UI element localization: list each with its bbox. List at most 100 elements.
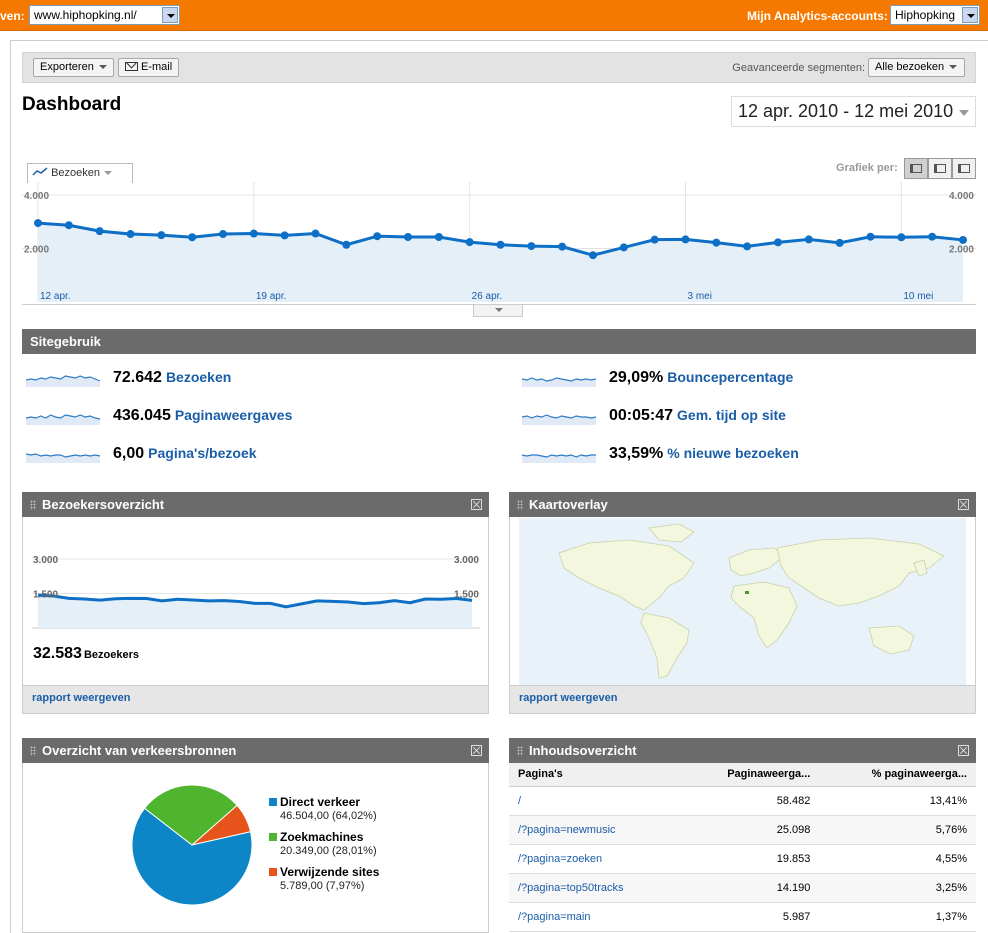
page-link[interactable]: /?pagina=top50tracks: [509, 873, 680, 903]
metric-link[interactable]: Paginaweergaves: [175, 407, 293, 423]
data-point: [712, 238, 721, 247]
map-overlay-title: Kaartoverlay: [529, 497, 608, 512]
date-range-value: 12 apr. 2010 - 12 mei 2010: [738, 101, 954, 121]
site-select-label: ven:: [0, 9, 25, 23]
metric-link[interactable]: Bouncepercentage: [667, 369, 793, 385]
date-range-picker[interactable]: 12 apr. 2010 - 12 mei 2010: [731, 96, 976, 127]
export-button[interactable]: Exporteren: [33, 58, 114, 77]
week-view-icon: [934, 164, 946, 173]
metric-sparkline: [26, 453, 101, 463]
pageview-pct-cell: 4,55%: [819, 844, 976, 874]
chevron-down-icon: [949, 65, 958, 70]
accounts-label: Mijn Analytics-accounts:: [747, 9, 888, 23]
site-select-value: www.hiphopking.nl/: [34, 8, 137, 22]
y-tick-label: 1.500: [33, 590, 58, 601]
sparkline-line: [522, 414, 597, 419]
content-overview-title: Inhoudsoverzicht: [529, 743, 637, 758]
graph-by-week-button[interactable]: [928, 158, 952, 179]
graph-by-day-button[interactable]: [904, 158, 928, 179]
drag-handle-icon[interactable]: [30, 500, 36, 510]
metric-value: 72.642 Bezoeken: [113, 369, 232, 386]
page-title: Dashboard: [22, 94, 122, 115]
segments-select[interactable]: Alle bezoeken: [868, 58, 965, 77]
metric-link[interactable]: % nieuwe bezoeken: [667, 445, 798, 461]
drag-handle-icon[interactable]: [517, 500, 523, 510]
y-tick-label: 4.000: [24, 191, 49, 202]
chevron-down-icon[interactable]: [962, 7, 978, 23]
metric-value: 6,00 Pagina's/bezoek: [113, 445, 257, 462]
data-point: [404, 232, 412, 241]
page-link[interactable]: /?pagina=main: [509, 902, 680, 932]
visitors-overview-header[interactable]: Bezoekersoverzicht: [22, 492, 489, 517]
column-header-pageviews[interactable]: Paginaweergа...: [679, 763, 820, 787]
world-map[interactable]: [519, 518, 966, 685]
column-header-pages[interactable]: Pagina's: [509, 763, 680, 787]
table-row: / 58.482 13,41%: [509, 786, 976, 816]
metric-link[interactable]: Pagina's/bezoek: [148, 445, 256, 461]
data-point: [249, 229, 258, 238]
month-view-icon: [958, 164, 970, 173]
table-row: /?pagina=zoeken 19.853 4,55%: [509, 844, 976, 874]
report-toolbar: Exporteren E-mail Geavanceerde segmenten…: [22, 52, 976, 83]
chevron-down-icon[interactable]: [162, 7, 178, 23]
data-point: [835, 238, 844, 247]
x-tick-label: 19 apr.: [256, 291, 287, 302]
metric-sparkline: [26, 414, 101, 425]
data-point: [64, 221, 73, 230]
visitors-report-link[interactable]: rapport weergeven: [32, 692, 130, 704]
chevron-down-icon[interactable]: [959, 110, 969, 116]
close-icon[interactable]: [958, 499, 969, 510]
close-icon[interactable]: [471, 745, 482, 756]
metric-value: 436.045 Paginaweergaves: [113, 407, 293, 424]
drag-handle-icon[interactable]: [30, 746, 36, 756]
account-bar: ven: www.hiphopking.nl/ Mijn Analytics-a…: [0, 0, 988, 31]
legend-swatch: [269, 833, 277, 841]
envelope-icon: [125, 62, 138, 71]
metric-sparkline: [522, 454, 596, 463]
data-point: [681, 235, 690, 244]
metric-sparkline: [26, 375, 101, 387]
data-point: [188, 233, 197, 242]
content-overview-header[interactable]: Inhoudsoverzicht: [509, 738, 976, 763]
traffic-sources-header[interactable]: Overzicht van verkeersbronnen: [22, 738, 489, 763]
account-select[interactable]: Hiphopking: [890, 5, 980, 25]
drag-handle-icon[interactable]: [517, 746, 523, 756]
visitors-total-value: 32.583: [33, 645, 82, 662]
visitors-overview-title: Bezoekersoverzicht: [42, 497, 165, 512]
data-point: [650, 235, 659, 244]
page-link[interactable]: /?pagina=zoeken: [509, 844, 680, 874]
chevron-down-icon: [104, 171, 112, 176]
legend-label: Direct verkeer: [280, 795, 361, 809]
content-overview-table: Pagina's Paginaweergа... % paginaweergа.…: [509, 763, 976, 932]
legend-value: 5.789,00 (7,97%): [280, 880, 365, 892]
table-row: /?pagina=newmusic 25.098 5,76%: [509, 815, 976, 845]
close-icon[interactable]: [471, 499, 482, 510]
page-link[interactable]: /?pagina=newmusic: [509, 815, 680, 845]
metric-link[interactable]: Gem. tijd op site: [677, 407, 786, 423]
pageviews-cell: 25.098: [679, 815, 820, 845]
data-point: [34, 219, 42, 228]
y-tick-label: 2.000: [24, 245, 49, 256]
close-icon[interactable]: [958, 745, 969, 756]
metric-link[interactable]: Bezoeken: [166, 369, 231, 385]
metric-value: 29,09% Bouncepercentage: [609, 369, 794, 386]
map-overlay-header[interactable]: Kaartoverlay: [509, 492, 976, 517]
email-button[interactable]: E-mail: [118, 58, 180, 77]
visitors-total: 32.583 Bezoekers: [33, 645, 139, 663]
site-select[interactable]: www.hiphopking.nl/: [29, 5, 180, 25]
pageview-pct-cell: 1,37%: [819, 902, 976, 932]
graph-by-month-button[interactable]: [952, 158, 976, 179]
y-tick-label: 4.000: [949, 191, 974, 202]
chart-metric-select[interactable]: Bezoeken: [27, 163, 133, 183]
chart-resize-handle[interactable]: [473, 305, 523, 317]
data-point: [743, 242, 752, 251]
map-report-link[interactable]: rapport weergeven: [519, 692, 617, 704]
data-point: [804, 235, 813, 244]
data-point: [126, 230, 135, 239]
y-tick-label: 3.000: [454, 555, 479, 566]
table-row: /?pagina=top50tracks 14.190 3,25%: [509, 873, 976, 903]
site-usage-title: Sitegebruik: [30, 334, 101, 349]
y-tick-label: 1.500: [454, 590, 479, 601]
page-link[interactable]: /: [509, 786, 680, 816]
column-header-pageview-pct[interactable]: % paginaweergа...: [819, 763, 976, 787]
